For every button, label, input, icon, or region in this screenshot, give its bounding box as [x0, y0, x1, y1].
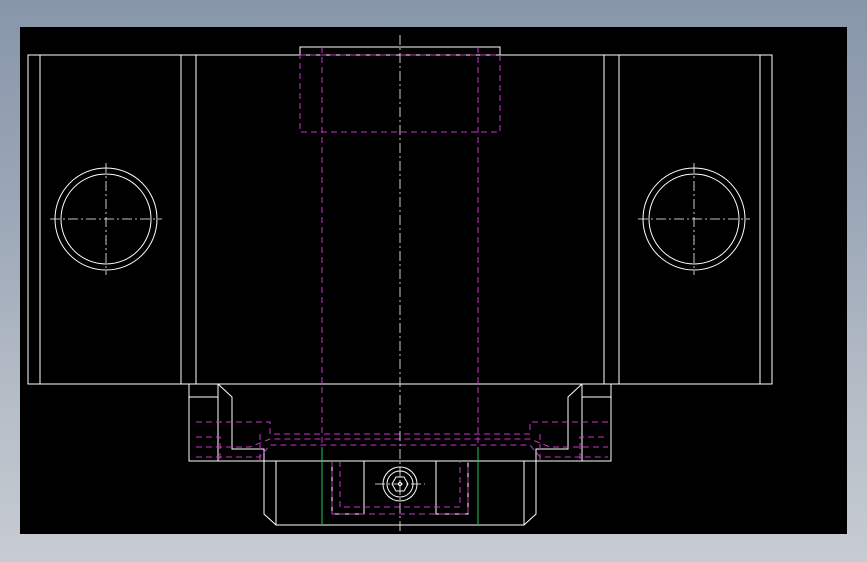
hidden-line-geometry	[196, 47, 608, 525]
cad-drawing-viewport[interactable]	[20, 27, 847, 534]
cavity-lower-hidden	[196, 444, 608, 458]
center-nut-right-flat	[435, 461, 469, 515]
cavity-mid-hidden	[196, 438, 608, 448]
center-nut-left-flat	[331, 461, 365, 515]
cad-drawing[interactable]	[20, 27, 847, 534]
cavity-upper-hidden	[196, 421, 608, 435]
centerline-geometry	[50, 35, 750, 532]
